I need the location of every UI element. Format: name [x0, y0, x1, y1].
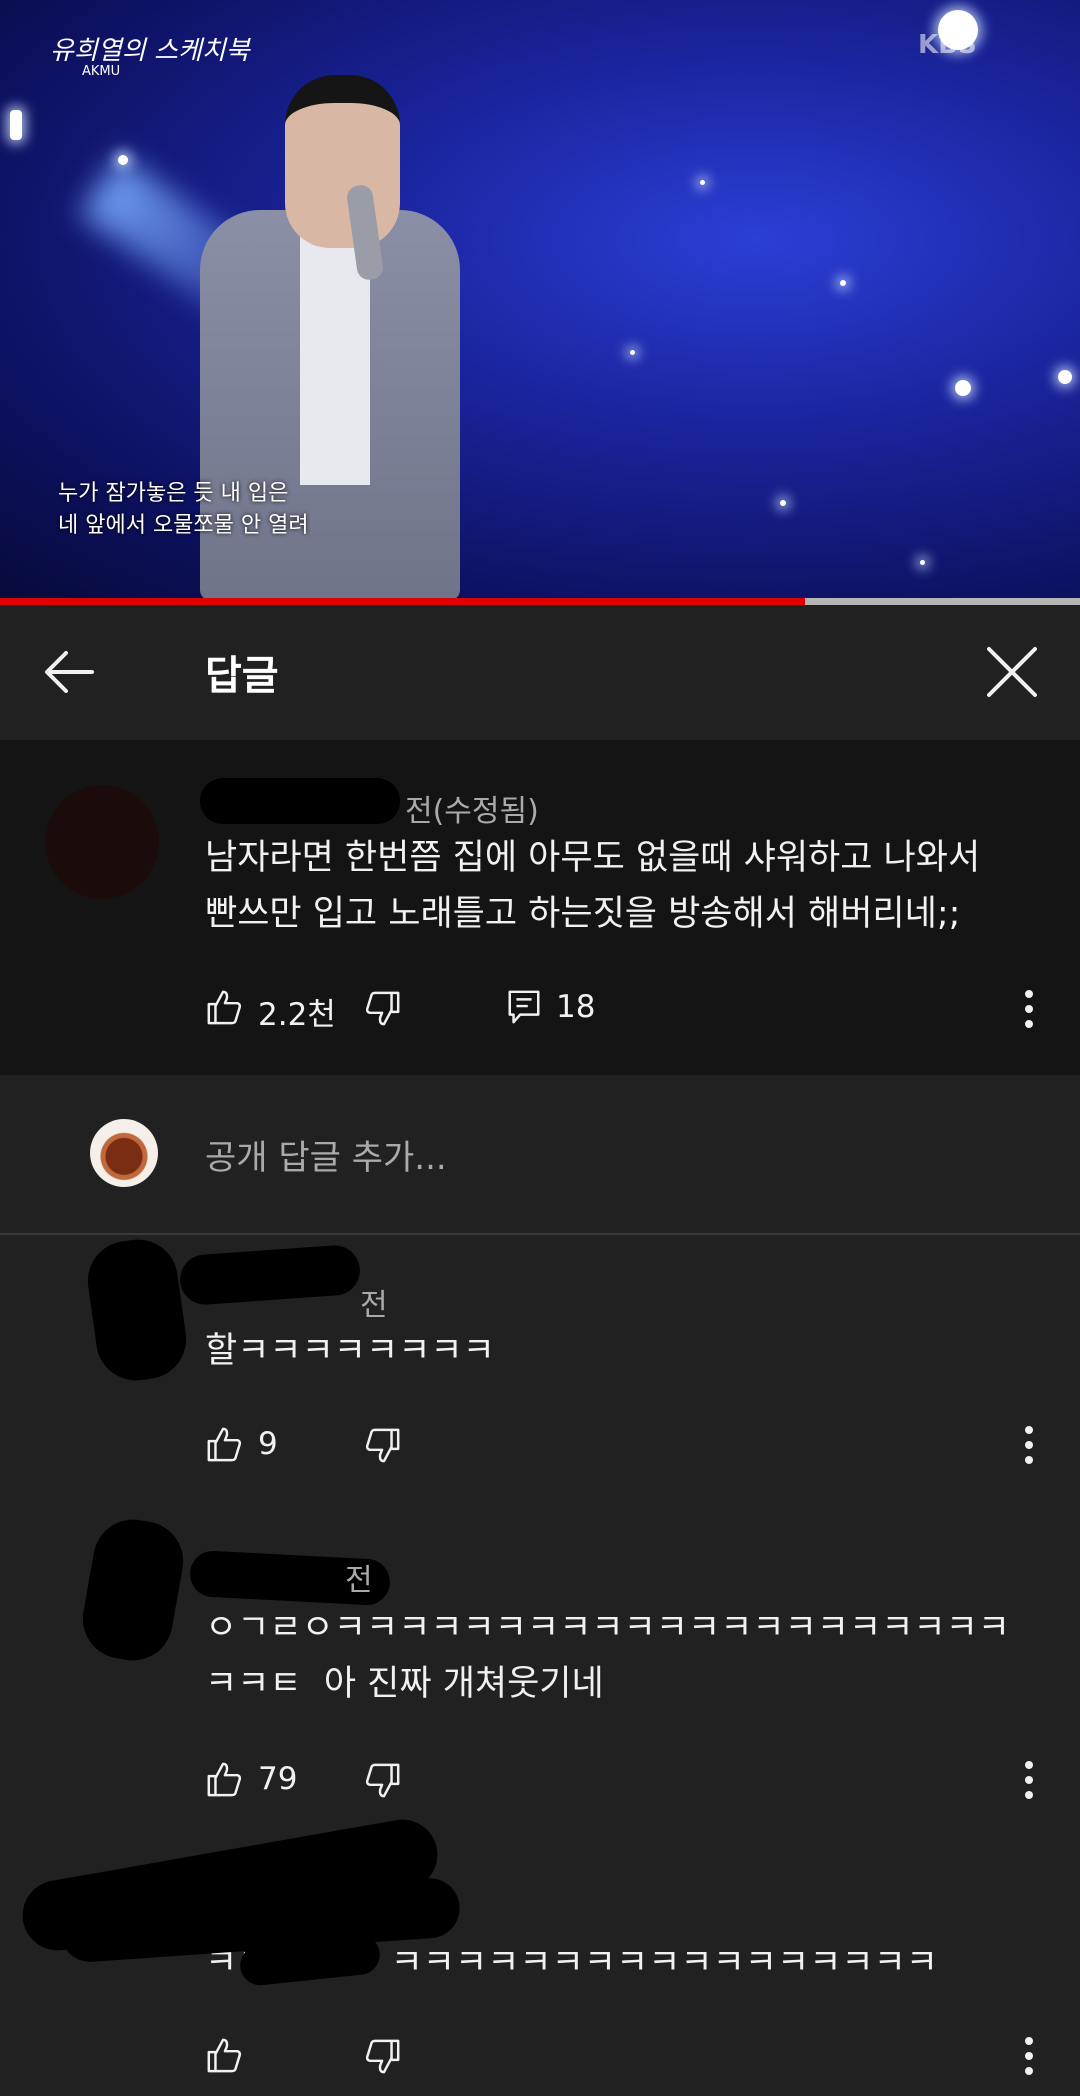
stage-light	[700, 180, 705, 185]
redacted-avatar	[82, 1234, 192, 1386]
stage-light	[780, 500, 786, 506]
dislike-icon[interactable]	[364, 1427, 402, 1465]
show-logo: 유희열의 스케치북 AKMU	[50, 36, 250, 80]
comment-text: 할ㅋㅋㅋㅋㅋㅋㅋㅋ	[205, 1331, 495, 1371]
back-arrow-icon[interactable]	[40, 642, 100, 702]
page-title: 답글	[205, 653, 279, 699]
more-options-icon[interactable]	[1024, 1760, 1034, 1800]
like-icon[interactable]	[205, 1425, 243, 1463]
stage-light	[10, 110, 22, 140]
performer-head	[285, 75, 400, 248]
like-icon[interactable]	[205, 988, 243, 1026]
replies-header	[0, 605, 1080, 740]
dislike-icon[interactable]	[364, 2038, 402, 2076]
stage-light	[630, 350, 635, 355]
stage-light	[118, 155, 128, 165]
comment-meta: 전(수정됨)	[405, 794, 539, 829]
add-reply-bar	[0, 1075, 1080, 1235]
stage-light	[1058, 370, 1072, 384]
like-count: 79	[258, 1761, 298, 1797]
comment-meta: 전	[345, 1563, 373, 1598]
dislike-icon[interactable]	[364, 1762, 402, 1800]
like-icon[interactable]	[205, 1760, 243, 1798]
avatar[interactable]	[45, 785, 159, 899]
video-player[interactable]: 유희열의 스케치북 AKMU KBS 누가 잠가놓은 듯 내 입은 네 앞에서 …	[0, 0, 1080, 600]
stage-light	[920, 560, 925, 565]
avatar	[90, 1119, 158, 1187]
comment-text: 남자라면 한번쯤 집에 아무도 없을때 샤워하고 나와서 빤쓰만 입고 노래틀고…	[205, 838, 981, 934]
reply-icon[interactable]	[505, 988, 543, 1026]
like-icon[interactable]	[205, 2036, 243, 2074]
more-options-icon[interactable]	[1024, 989, 1034, 1029]
video-progress-fill	[0, 598, 805, 605]
like-count: 2.2천	[258, 997, 336, 1033]
dislike-icon[interactable]	[364, 990, 402, 1028]
caption-line: 네 앞에서 오물쪼물 안 열려	[58, 512, 309, 538]
stage-light	[840, 280, 846, 286]
video-progress-bar[interactable]	[0, 598, 1080, 605]
reply-count: 18	[556, 989, 596, 1025]
redacted-username	[178, 1243, 362, 1307]
more-options-icon[interactable]	[1024, 1425, 1034, 1465]
stage-light	[955, 380, 971, 396]
redacted-avatar	[76, 1513, 190, 1667]
broadcaster-watermark: KBS	[918, 30, 977, 60]
more-options-icon[interactable]	[1024, 2036, 1034, 2076]
like-count: 9	[258, 1426, 278, 1462]
comment-meta: 전	[360, 1288, 388, 1323]
video-caption: 누가 잠가놓은 듯 내 입은 네 앞에서 오물쪼물 안 열려	[58, 478, 309, 542]
reply-input[interactable]: 공개 답글 추가...	[205, 1130, 447, 1179]
caption-line: 누가 잠가놓은 듯 내 입은	[58, 481, 289, 506]
redacted-username	[200, 778, 400, 824]
comment-text: ㅇㄱㄹㅇㅋㅋㅋㅋㅋㅋㅋㅋㅋㅋㅋㅋㅋㅋㅋㅋㅋㅋㅋㅋㅋ ㅋㅋㅌ 아 진짜 개쳐웃기네	[205, 1608, 1011, 1704]
close-icon[interactable]	[985, 645, 1039, 699]
